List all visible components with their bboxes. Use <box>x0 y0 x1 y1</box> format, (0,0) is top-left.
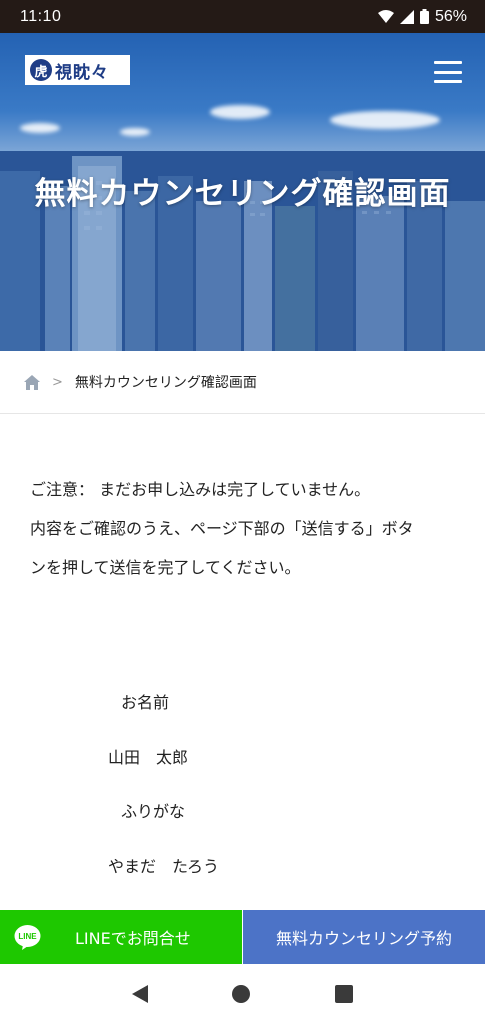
logo-text: 視眈々 <box>55 62 109 83</box>
status-bar: 11:10 56% <box>0 0 485 33</box>
counseling-reserve-button[interactable]: 無料カウンセリング予約 <box>242 910 485 964</box>
cloud <box>120 128 150 136</box>
notice-line: 内容をご確認のうえ、ページ下部の「送信する」ボタ <box>30 519 414 538</box>
notice-line: ご注意： まだお申し込みは完了していません。 <box>30 480 371 499</box>
counseling-button-label: 無料カウンセリング予約 <box>275 929 452 948</box>
kana-label: ふりがな <box>121 802 186 821</box>
status-icons: 56% <box>377 7 467 26</box>
home-nav-icon[interactable] <box>232 985 251 1003</box>
line-icon-text: LINE <box>18 932 37 941</box>
breadcrumb-current: 無料カウンセリング確認画面 <box>74 375 257 391</box>
hero-banner: 虎 視眈々 無料カウンセリング確認画面 <box>0 33 485 351</box>
page-title: 無料カウンセリング確認画面 <box>34 176 451 212</box>
home-icon[interactable] <box>24 374 40 390</box>
back-icon[interactable] <box>132 985 149 1003</box>
notice-line: ンを押して送信を完了してください。 <box>30 558 301 577</box>
signal-icon <box>399 9 414 24</box>
name-label: お名前 <box>121 693 170 712</box>
site-logo[interactable]: 虎 視眈々 <box>25 55 130 85</box>
line-contact-button[interactable]: LINE LINEでお問合せ <box>0 910 242 964</box>
kana-value: やまだ たろう <box>108 857 220 876</box>
line-button-label: LINEでお問合せ <box>75 929 191 948</box>
battery-level: 56% <box>434 7 467 25</box>
breadcrumb-separator: > <box>52 374 63 390</box>
hero-sky <box>0 33 485 163</box>
confirmation-notice: ご注意： まだお申し込みは完了していません。 内容をご確認のうえ、ページ下部の「… <box>30 470 460 587</box>
name-value: 山田 太郎 <box>108 748 189 767</box>
wifi-icon <box>377 9 394 23</box>
menu-line <box>434 61 462 64</box>
cloud <box>330 111 440 129</box>
recents-icon[interactable] <box>334 985 353 1003</box>
battery-icon <box>419 9 429 24</box>
line-icon: LINE <box>14 924 41 950</box>
status-time: 11:10 <box>20 7 62 25</box>
cloud <box>20 123 60 133</box>
cloud <box>210 105 270 119</box>
system-nav-bar <box>0 964 485 1024</box>
logo-mark: 虎 <box>30 59 52 81</box>
bottom-cta-bar: LINE LINEでお問合せ 無料カウンセリング予約 <box>0 910 485 964</box>
menu-line <box>434 80 462 83</box>
menu-line <box>434 70 462 74</box>
breadcrumb: > 無料カウンセリング確認画面 <box>0 351 485 414</box>
hamburger-menu-button[interactable] <box>434 61 462 83</box>
